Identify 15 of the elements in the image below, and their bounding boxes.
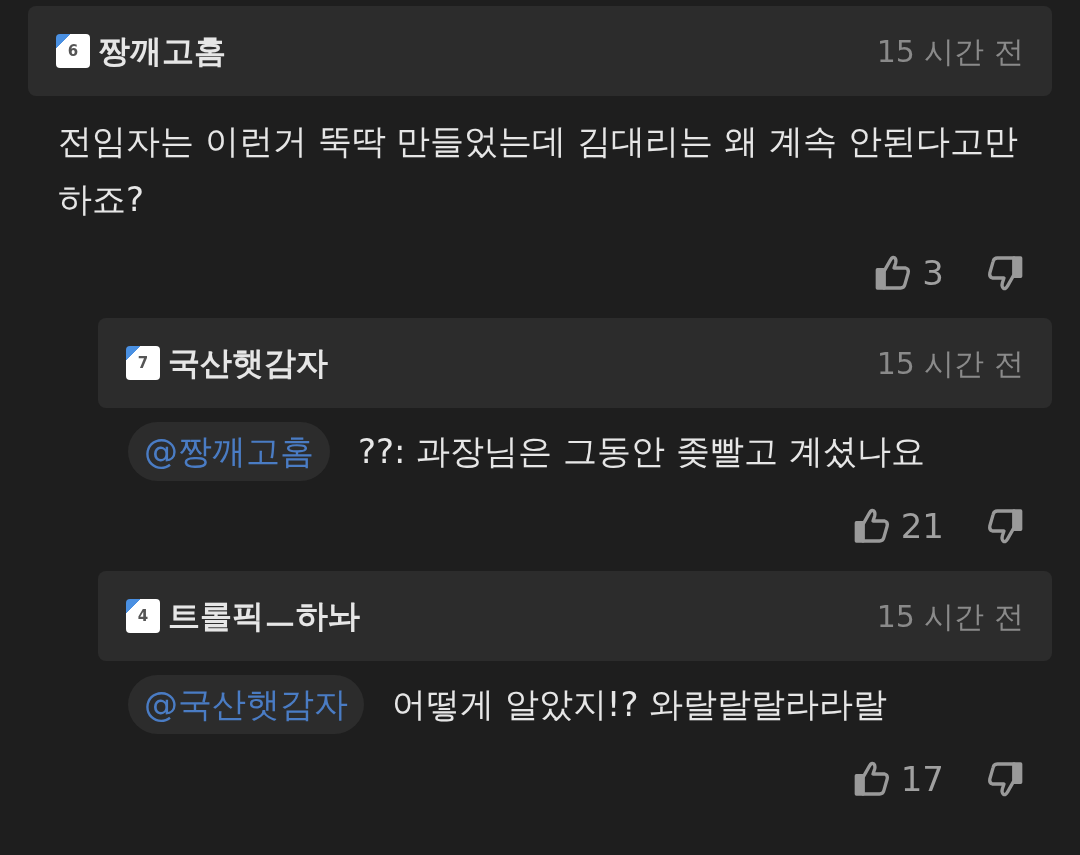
- comment-time: 15 시간 전: [876, 344, 1024, 383]
- comment-text: 전임자는 이런거 뚝딱 만들었는데 김대리는 왜 계속 안된다고만 하죠?: [57, 120, 1019, 221]
- comment-text: ??: 과장님은 그동안 좆빨고 계셨나요: [358, 430, 925, 473]
- author-name[interactable]: 트롤픽ㅡ하놔: [168, 592, 360, 640]
- author-name[interactable]: 짱깨고홈: [98, 27, 226, 75]
- level-badge: 7: [126, 346, 160, 380]
- like-count: 3: [922, 251, 944, 295]
- level-badge: 4: [126, 599, 160, 633]
- like-count: 21: [900, 504, 944, 548]
- comment-text: 어떻게 알았지!? 와랄랄랄라라랄: [392, 683, 888, 726]
- comment-time: 15 시간 전: [876, 32, 1024, 71]
- like-count: 17: [900, 757, 944, 801]
- comment-time: 15 시간 전: [876, 597, 1024, 636]
- author-name[interactable]: 국산햇감자: [168, 339, 328, 387]
- level-badge: 6: [56, 34, 90, 68]
